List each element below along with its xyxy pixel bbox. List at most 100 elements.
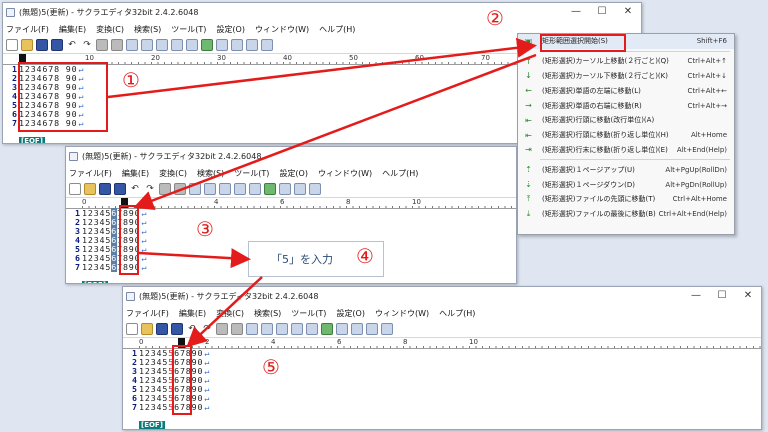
save-as-icon[interactable] <box>114 183 126 195</box>
replace-icon[interactable] <box>291 323 303 335</box>
redo-icon[interactable]: ↷ <box>144 183 156 195</box>
maximize-button[interactable]: ☐ <box>709 287 735 305</box>
redo-icon[interactable]: ↷ <box>81 39 93 51</box>
settings-icon[interactable] <box>366 323 378 335</box>
search-prev-icon[interactable] <box>276 323 288 335</box>
compare-icon[interactable] <box>216 39 228 51</box>
close-button[interactable]: ✕ <box>735 287 761 305</box>
new-file-icon[interactable] <box>6 39 18 51</box>
menu-item-line-start-wrap[interactable]: ⇤ (矩形選択)行頭に移動(折り返し単位)(H) Alt+Home <box>518 128 734 143</box>
new-file-icon[interactable] <box>126 323 138 335</box>
new-file-icon[interactable] <box>69 183 81 195</box>
menu-tools[interactable]: ツール(T) <box>234 168 269 179</box>
search-prev-icon[interactable] <box>156 39 168 51</box>
ruler-numbers: 0 2 4 6 8 10 <box>82 198 421 206</box>
search-next-icon[interactable] <box>261 323 273 335</box>
save-icon[interactable] <box>36 39 48 51</box>
menu-separator <box>540 159 730 161</box>
outline-icon[interactable] <box>321 323 333 335</box>
grep-icon[interactable] <box>306 323 318 335</box>
settings-icon[interactable] <box>246 39 258 51</box>
search-next-icon[interactable] <box>141 39 153 51</box>
window-list-icon[interactable] <box>231 39 243 51</box>
search-next-icon[interactable] <box>204 183 216 195</box>
menu-window[interactable]: ウィンドウ(W) <box>375 308 429 319</box>
minimize-button[interactable]: — <box>563 3 589 21</box>
menu-edit[interactable]: 編集(E) <box>122 168 149 179</box>
menu-settings[interactable]: 設定(O) <box>216 24 245 35</box>
title-bar: (無題)5(更新) - サクラエディタ32bit 2.4.2.6048 — ☐ … <box>123 287 761 305</box>
rectangular-select-menu: ▣ 矩形範囲選択開始(S) Shift+F6 ↑ (矩形選択)カーソル上移動(２行ごと… <box>517 33 735 235</box>
menu-search[interactable]: 検索(S) <box>134 24 161 35</box>
save-icon[interactable] <box>99 183 111 195</box>
grep-icon[interactable] <box>249 183 261 195</box>
search-icon[interactable] <box>246 323 258 335</box>
menu-item-cursor-down[interactable]: ↓ (矩形選択)カーソル下移動(２行ごと)(K) Ctrl+Alt+↓ <box>518 69 734 84</box>
undo-icon[interactable]: ↶ <box>129 183 141 195</box>
search-prev-icon[interactable] <box>219 183 231 195</box>
menu-settings[interactable]: 設定(O) <box>336 308 365 319</box>
undo-icon[interactable]: ↶ <box>186 323 198 335</box>
menu-item-word-right[interactable]: → (矩形選択)単語の右端に移動(R) Ctrl+Alt+→ <box>518 98 734 113</box>
menu-tools[interactable]: ツール(T) <box>171 24 206 35</box>
eof-marker-line: [EOF] <box>123 412 209 429</box>
common-settings-icon[interactable] <box>261 39 273 51</box>
replace-icon[interactable] <box>234 183 246 195</box>
replace-icon[interactable] <box>171 39 183 51</box>
menu-settings[interactable]: 設定(O) <box>279 168 308 179</box>
menu-help[interactable]: ヘルプ(H) <box>319 24 355 35</box>
jump-back-icon[interactable] <box>216 323 228 335</box>
menu-file[interactable]: ファイル(F) <box>6 24 49 35</box>
menu-item-page-down[interactable]: ⇣ (矩形選択)１ページダウン(D) Alt+PgDn(RollUp) <box>518 177 734 192</box>
jump-forward-icon[interactable] <box>111 39 123 51</box>
undo-icon[interactable]: ↶ <box>66 39 78 51</box>
menu-edit[interactable]: 編集(E) <box>59 24 86 35</box>
settings-icon[interactable] <box>309 183 321 195</box>
menu-tools[interactable]: ツール(T) <box>291 308 326 319</box>
title-bar: (無題)5(更新) - サクラエディタ32bit 2.4.2.6048 — ☐ … <box>3 3 641 21</box>
menu-edit[interactable]: 編集(E) <box>179 308 206 319</box>
redo-icon[interactable]: ↷ <box>201 323 213 335</box>
menu-window[interactable]: ウィンドウ(W) <box>318 168 372 179</box>
open-folder-icon[interactable] <box>141 323 153 335</box>
menu-window[interactable]: ウィンドウ(W) <box>255 24 309 35</box>
window-list-icon[interactable] <box>294 183 306 195</box>
common-settings-icon[interactable] <box>381 323 393 335</box>
outline-icon[interactable] <box>201 39 213 51</box>
menu-item-line-end-wrap[interactable]: ⇥ (矩形選択)行末に移動(折り返し単位)(E) Alt+End(Help) <box>518 143 734 158</box>
search-icon[interactable] <box>126 39 138 51</box>
outline-icon[interactable] <box>264 183 276 195</box>
open-folder-icon[interactable] <box>84 183 96 195</box>
jump-forward-icon[interactable] <box>174 183 186 195</box>
menu-item-cursor-up[interactable]: ↑ (矩形選択)カーソル上移動(２行ごと)(Q) Ctrl+Alt+↑ <box>518 54 734 69</box>
compare-icon[interactable] <box>279 183 291 195</box>
menu-convert[interactable]: 変換(C) <box>216 308 244 319</box>
compare-icon[interactable] <box>336 323 348 335</box>
jump-back-icon[interactable] <box>96 39 108 51</box>
menu-item-line-start[interactable]: ⇤ (矩形選択)行頭に移動(改行単位)(A) <box>518 113 734 128</box>
menu-help[interactable]: ヘルプ(H) <box>382 168 418 179</box>
jump-forward-icon[interactable] <box>231 323 243 335</box>
menu-item-page-up[interactable]: ⇡ (矩形選択)１ページアップ(U) Alt+PgUp(RollDn) <box>518 162 734 177</box>
minimize-button[interactable]: — <box>683 287 709 305</box>
menu-convert[interactable]: 変換(C) <box>96 24 124 35</box>
grep-icon[interactable] <box>186 39 198 51</box>
menu-search[interactable]: 検索(S) <box>254 308 281 319</box>
save-as-icon[interactable] <box>171 323 183 335</box>
maximize-button[interactable]: ☐ <box>589 3 615 21</box>
save-as-icon[interactable] <box>51 39 63 51</box>
menu-file[interactable]: ファイル(F) <box>126 308 169 319</box>
jump-back-icon[interactable] <box>159 183 171 195</box>
close-button[interactable]: ✕ <box>615 3 641 21</box>
save-icon[interactable] <box>156 323 168 335</box>
menu-item-file-top[interactable]: ⤒ (矩形選択)ファイルの先頭に移動(T) Ctrl+Alt+Home <box>518 192 734 207</box>
menu-file[interactable]: ファイル(F) <box>69 168 112 179</box>
menu-search[interactable]: 検索(S) <box>197 168 224 179</box>
search-icon[interactable] <box>189 183 201 195</box>
menu-item-word-left[interactable]: ← (矩形選択)単語の左端に移動(L) Ctrl+Alt+← <box>518 83 734 98</box>
menu-convert[interactable]: 変換(C) <box>159 168 187 179</box>
menu-help[interactable]: ヘルプ(H) <box>439 308 475 319</box>
menu-item-file-bottom[interactable]: ⤓ (矩形選択)ファイルの最後に移動(B) Ctrl+Alt+End(Help) <box>518 207 734 222</box>
open-folder-icon[interactable] <box>21 39 33 51</box>
window-list-icon[interactable] <box>351 323 363 335</box>
